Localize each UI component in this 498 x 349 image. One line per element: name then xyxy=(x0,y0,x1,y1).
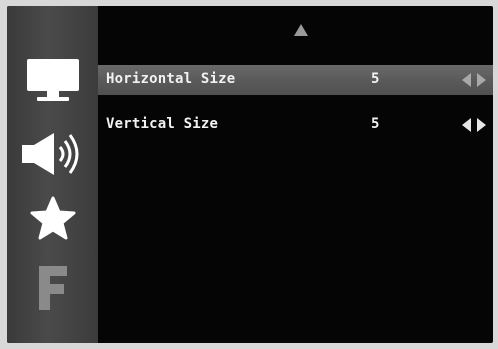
monitor-bezel: Horizontal Size 5 Vertical Size 5 xyxy=(0,0,498,349)
left-right-arrows-icon[interactable] xyxy=(462,73,486,87)
left-right-arrows-icon[interactable] xyxy=(462,118,486,132)
menu-item-value: 5 xyxy=(371,116,380,132)
monitor-icon[interactable] xyxy=(15,56,91,104)
menu-item-value: 5 xyxy=(371,71,380,87)
f-letter-icon[interactable] xyxy=(15,258,91,318)
scroll-up-arrow-icon xyxy=(294,24,308,36)
osd-screen: Horizontal Size 5 Vertical Size 5 xyxy=(7,6,493,343)
menu-item-label: Horizontal Size xyxy=(106,71,236,87)
star-icon[interactable] xyxy=(15,192,91,244)
menu-item-horizontal-size[interactable]: Horizontal Size 5 xyxy=(98,65,493,95)
speaker-icon[interactable] xyxy=(15,126,91,182)
menu-item-label: Vertical Size xyxy=(106,116,219,132)
osd-category-sidebar xyxy=(7,6,98,343)
menu-item-vertical-size[interactable]: Vertical Size 5 xyxy=(98,110,493,140)
